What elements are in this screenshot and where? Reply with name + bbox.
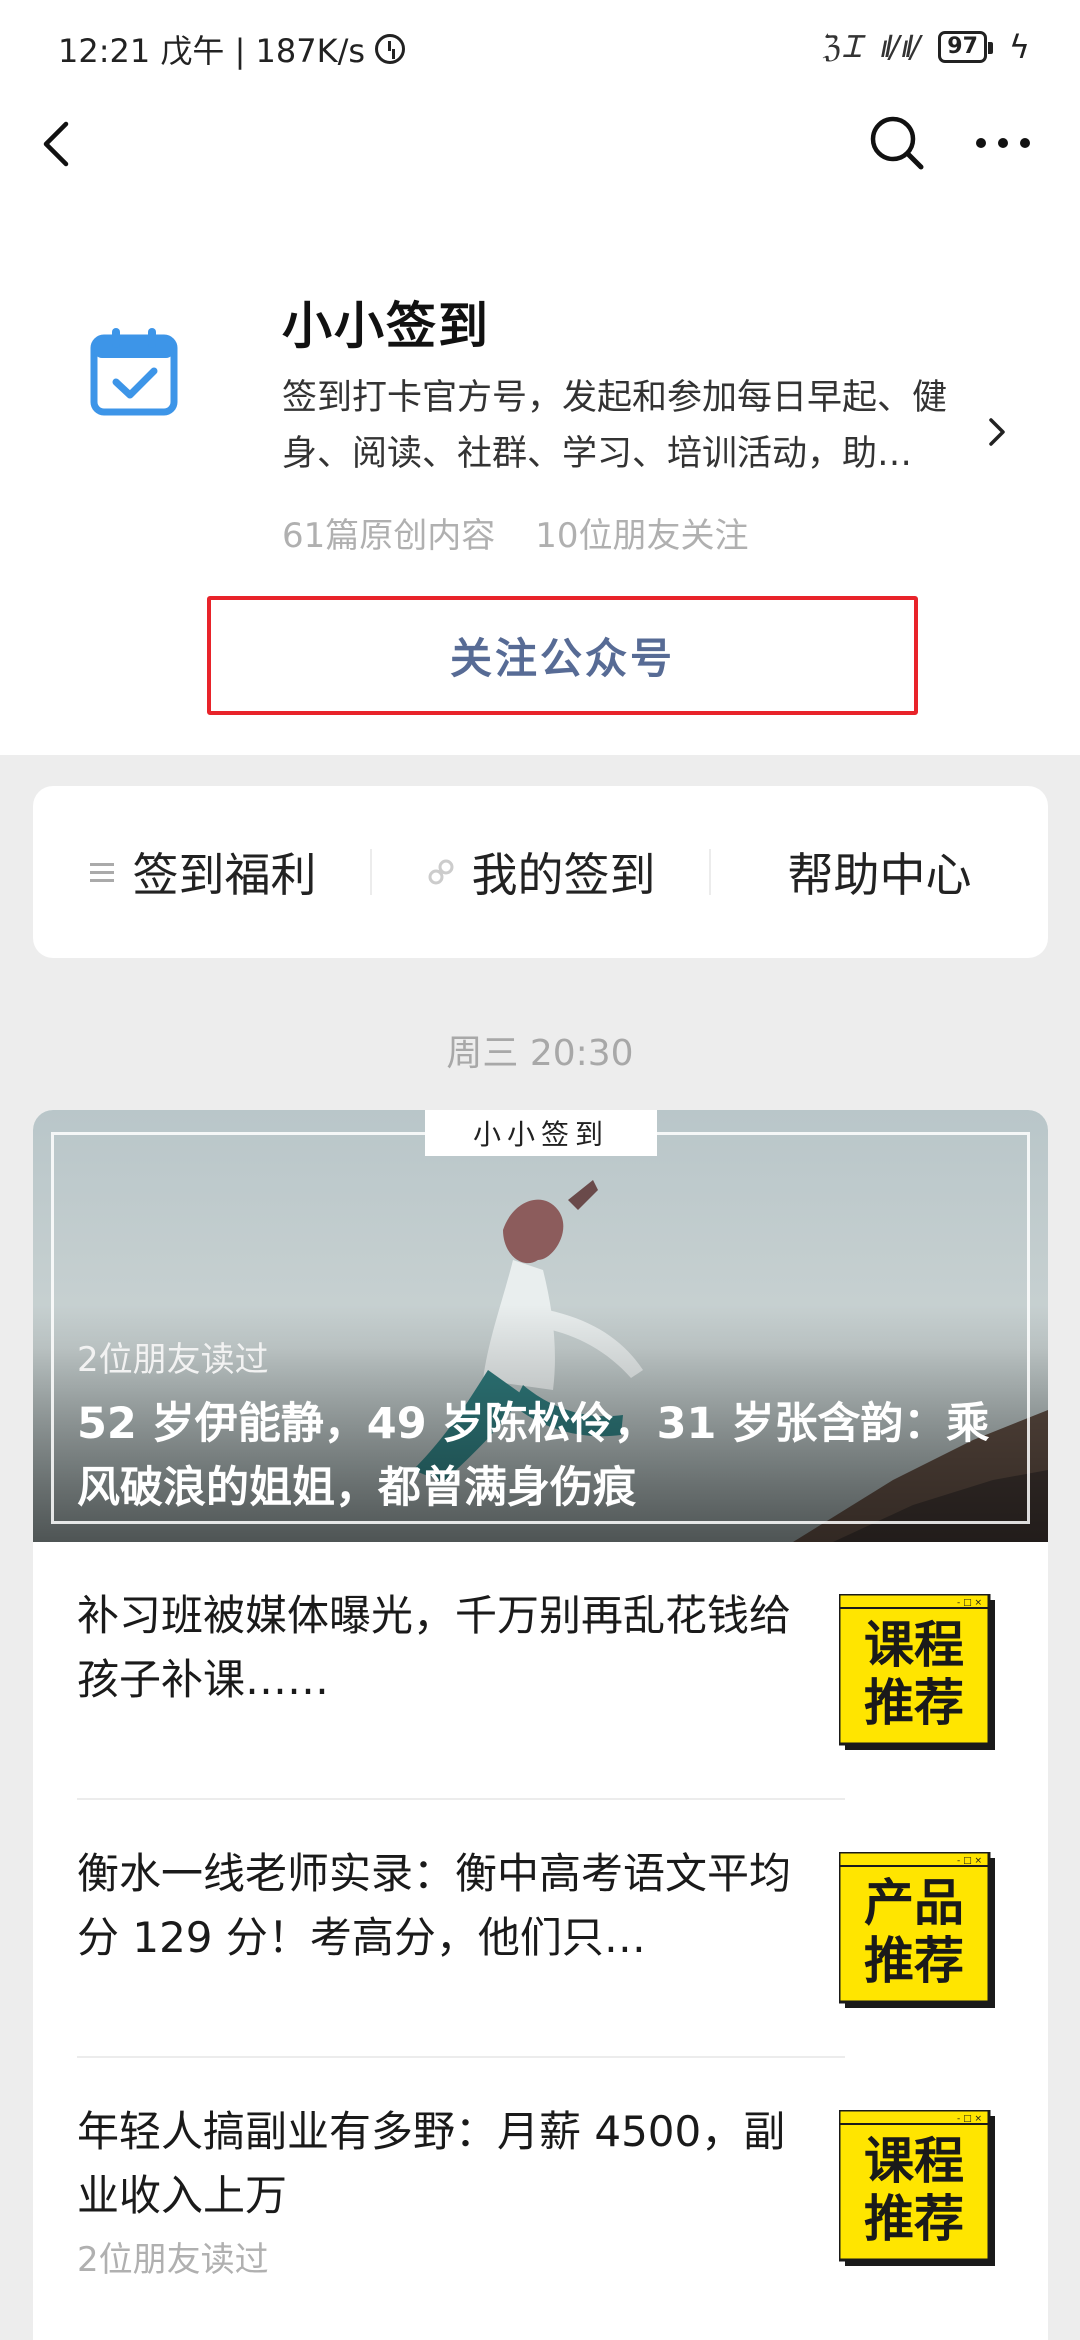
account-profile: 小小签到 签到打卡官方号，发起和参加每日早起、健身、阅读、社群、学习、培训活动，… [0, 190, 1080, 755]
nav-bar [0, 96, 1080, 190]
status-left: 12:21 戊午 | 187K/s [58, 26, 406, 72]
hero-readers: 2位朋友读过 [77, 1340, 269, 1380]
account-menu: 签到福利 我的签到 帮助中心 [33, 786, 1048, 958]
search-icon[interactable] [866, 112, 928, 174]
thumb-line-1: 课程 [864, 1616, 964, 1674]
link-icon [428, 859, 453, 885]
article-group: 小小签到 2位朋友读过 52 岁伊能静，49 岁陈松伶，31 岁张含韵：乘风破浪… [33, 1110, 1048, 2340]
article-title: 年轻人搞副业有多野：月薪 4500，副业收入上万 [77, 2107, 786, 2220]
follow-button[interactable]: 关注公众号 [207, 596, 918, 715]
svg-text:- □ ×: - □ × [957, 2114, 982, 2124]
status-time: 12:21 戊午 | 187K/s [58, 32, 366, 70]
article-readers: 2位朋友读过 [77, 2240, 269, 2280]
calendar-check-icon [90, 328, 178, 416]
more-options-icon[interactable] [968, 112, 1038, 174]
menu-item-label: 我的签到 [471, 848, 656, 902]
hero-article[interactable]: 小小签到 2位朋友读过 52 岁伊能静，49 岁陈松伶，31 岁张含韵：乘风破浪… [33, 1110, 1048, 1542]
chevron-right-icon[interactable] [985, 412, 1009, 452]
article-title: 补习班被媒体曝光，千万别再乱花钱给孩子补课…… [77, 1591, 792, 1704]
status-right: ℨ Ꮖ ıI/ ıI/ 97 ϟ [822, 28, 1030, 66]
battery-icon: 97 [938, 31, 993, 63]
account-name: 小小签到 [282, 297, 490, 355]
thumb-line-2: 推荐 [864, 1932, 964, 1990]
svg-text:- □ ×: - □ × [957, 1598, 982, 1608]
account-description[interactable]: 签到打卡官方号，发起和参加每日早起、健身、阅读、社群、学习、培训活动，助… [282, 370, 982, 482]
thumb-line-1: 产品 [864, 1874, 964, 1932]
article-list-item[interactable]: 年轻人搞副业有多野：月薪 4500，副业收入上万 2位朋友读过 - □ × 课程… [33, 2058, 1048, 2316]
thumb-line-2: 推荐 [864, 1674, 964, 1732]
back-arrow-icon[interactable] [30, 114, 90, 174]
friends-following: 10位朋友关注 [535, 516, 749, 556]
menu-item-my-checkin[interactable]: 我的签到 [372, 842, 709, 902]
svg-text:- □ ×: - □ × [957, 1856, 982, 1866]
status-bar: 12:21 戊午 | 187K/s ℨ Ꮖ ıI/ ıI/ 97 ϟ [0, 0, 1080, 96]
thumb-line-1: 课程 [864, 2132, 964, 2190]
article-list-item[interactable]: 衡水一线老师实录：衡中高考语文平均分 129 分！考高分，他们只… - □ × … [33, 1800, 1048, 2058]
product-recommend-thumbnail: - □ × 产品 推荐 [839, 1852, 995, 2008]
course-recommend-thumbnail: - □ × 课程 推荐 [839, 1594, 995, 1750]
list-icon [89, 863, 114, 882]
alarm-clock-icon [375, 34, 406, 64]
signal-bars-icon: ıI/ ıI/ [880, 29, 920, 65]
menu-item-label: 帮助中心 [787, 848, 972, 902]
hero-brand-tag: 小小签到 [425, 1110, 657, 1156]
menu-item-label: 签到福利 [132, 848, 317, 902]
charging-icon: ϟ [1008, 28, 1030, 66]
network-icon: ℨ Ꮖ [822, 29, 862, 65]
hero-title: 52 岁伊能静，49 岁陈松伶，31 岁张含韵：乘风破浪的姐姐，都曾满身伤痕 [77, 1399, 990, 1513]
article-title: 衡水一线老师实录：衡中高考语文平均分 129 分！考高分，他们只… [77, 1849, 792, 1962]
menu-item-welfare[interactable]: 签到福利 [33, 842, 370, 902]
article-list-item[interactable]: 补习班被媒体曝光，千万别再乱花钱给孩子补课…… - □ × 课程 推荐 [33, 1542, 1048, 1800]
message-timestamp: 周三 20:30 [446, 1033, 634, 1074]
thumb-line-2: 推荐 [864, 2190, 964, 2248]
menu-item-help-center[interactable]: 帮助中心 [711, 842, 1048, 902]
account-stats: 61篇原创内容 10位朋友关注 [282, 508, 749, 557]
original-count: 61篇原创内容 [282, 516, 496, 556]
course-recommend-thumbnail: - □ × 课程 推荐 [839, 2110, 995, 2266]
